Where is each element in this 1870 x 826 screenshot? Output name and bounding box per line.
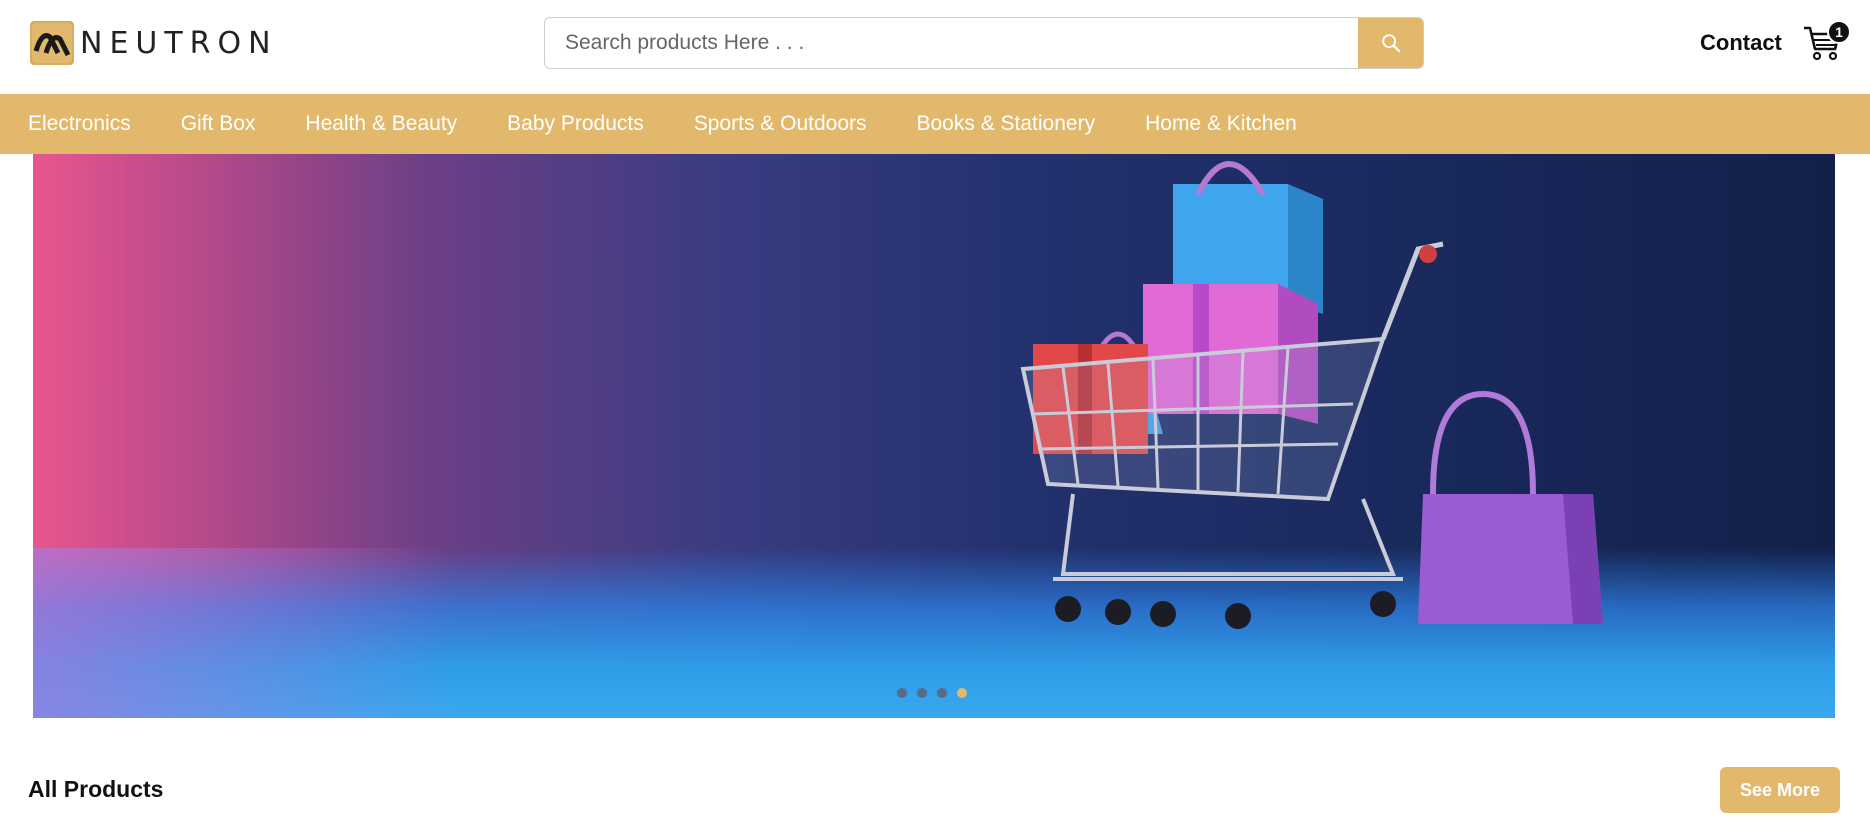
hero-banner[interactable] xyxy=(33,154,1835,718)
nav-item-baby-products[interactable]: Baby Products xyxy=(507,112,644,136)
shopping-cart-illustration xyxy=(1020,161,1603,629)
carousel-dot-2[interactable] xyxy=(917,688,927,698)
carousel-dot-4[interactable] xyxy=(957,688,967,698)
nav-item-gift-box[interactable]: Gift Box xyxy=(181,112,256,136)
site-header: NEUTRON Contact 1 xyxy=(0,0,1870,94)
search-bar xyxy=(544,17,1424,69)
logo-mark-icon xyxy=(30,21,74,65)
carousel-dot-3[interactable] xyxy=(937,688,947,698)
cart-count-badge: 1 xyxy=(1827,20,1851,44)
nav-item-books-stationery[interactable]: Books & Stationery xyxy=(917,112,1096,136)
search-input[interactable] xyxy=(545,18,1358,68)
category-nav: Electronics Gift Box Health & Beauty Bab… xyxy=(0,94,1870,154)
section-title-all-products: All Products xyxy=(28,776,164,802)
brand-logo[interactable]: NEUTRON xyxy=(30,20,278,66)
contact-link[interactable]: Contact xyxy=(1700,30,1782,56)
nav-item-electronics[interactable]: Electronics xyxy=(28,112,131,136)
see-more-button[interactable]: See More xyxy=(1720,767,1840,813)
brand-name: NEUTRON xyxy=(80,25,278,61)
nav-item-home-kitchen[interactable]: Home & Kitchen xyxy=(1145,112,1297,136)
nav-item-sports-outdoors[interactable]: Sports & Outdoors xyxy=(694,112,867,136)
carousel-dots xyxy=(897,688,967,698)
carousel-dot-1[interactable] xyxy=(897,688,907,698)
nav-item-health-beauty[interactable]: Health & Beauty xyxy=(305,112,457,136)
search-button[interactable] xyxy=(1358,18,1423,68)
search-icon xyxy=(1381,34,1400,53)
